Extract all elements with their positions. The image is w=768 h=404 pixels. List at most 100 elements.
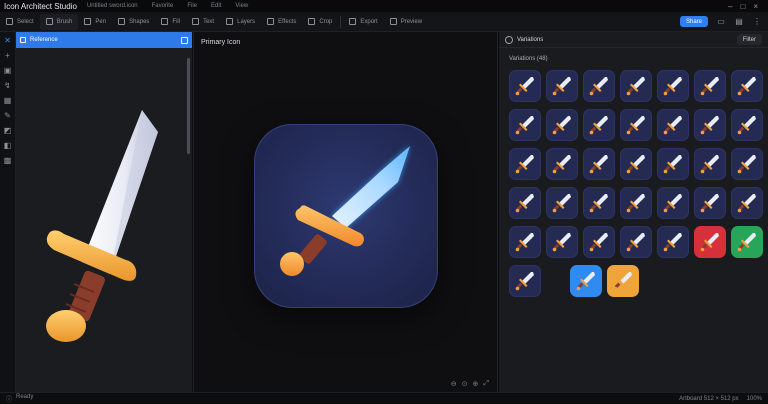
variation-tile[interactable] xyxy=(607,265,639,297)
variation-tile[interactable] xyxy=(583,226,615,258)
menu-item-file-name[interactable]: Untitled sword.icon xyxy=(87,3,138,9)
tool-export[interactable]: Export xyxy=(343,14,383,30)
sword-icon xyxy=(700,233,719,252)
variation-tile[interactable] xyxy=(620,109,652,141)
close-icon[interactable]: × xyxy=(753,2,758,11)
app-title: Icon Architect Studio xyxy=(4,1,77,11)
variation-tile[interactable] xyxy=(731,109,763,141)
primary-icon-panel: Primary Icon ⊖ ⊙ ⊕ ⤢ xyxy=(193,32,498,392)
sword-icon xyxy=(626,155,645,174)
title-bar: Icon Architect Studio Untitled sword.ico… xyxy=(0,0,768,12)
variation-tile[interactable] xyxy=(620,148,652,180)
variation-tile[interactable] xyxy=(546,70,578,102)
menu-item-file[interactable]: File xyxy=(187,3,197,9)
path-icon[interactable]: ↯ xyxy=(3,81,12,90)
sword-icon xyxy=(737,233,756,252)
tool-select[interactable]: Select xyxy=(0,14,40,30)
tool-brush[interactable]: Brush xyxy=(39,13,79,30)
variation-tile[interactable] xyxy=(694,109,726,141)
icon-canvas[interactable] xyxy=(254,124,438,308)
variation-tile[interactable] xyxy=(657,148,689,180)
history-icon[interactable]: ◧ xyxy=(3,141,12,150)
folder-icon[interactable]: ▭ xyxy=(714,15,728,29)
close-panel-icon[interactable]: ✕ xyxy=(3,36,12,45)
settings-icon[interactable]: ▩ xyxy=(3,156,12,165)
variation-tile[interactable] xyxy=(546,148,578,180)
expand-icon[interactable] xyxy=(181,36,188,44)
tool-fill[interactable]: Fill xyxy=(155,14,186,30)
variation-tile[interactable] xyxy=(509,265,541,297)
sword-icon xyxy=(552,155,571,174)
zoom-in-icon[interactable]: ⊕ xyxy=(473,380,479,388)
filter-button[interactable]: Filter xyxy=(736,34,762,45)
tool-text[interactable]: Text xyxy=(186,14,220,30)
variation-tile[interactable] xyxy=(546,109,578,141)
status-text: Ready xyxy=(16,394,34,400)
reference-panel: Reference xyxy=(16,32,192,392)
sword-icon xyxy=(589,155,608,174)
add-icon[interactable]: + xyxy=(3,51,12,60)
tool-layers[interactable]: Layers xyxy=(220,14,261,30)
variation-tile[interactable] xyxy=(731,226,763,258)
gallery-icon[interactable]: ▦ xyxy=(3,96,12,105)
tool-preview[interactable]: Preview xyxy=(384,14,428,30)
tool-effects[interactable]: Effects xyxy=(261,14,302,30)
variation-tile[interactable] xyxy=(657,109,689,141)
variation-tile[interactable] xyxy=(570,265,602,297)
variation-tile[interactable] xyxy=(731,187,763,219)
tool-shapes[interactable]: Shapes xyxy=(112,14,155,30)
variation-tile[interactable] xyxy=(509,187,541,219)
variation-tile[interactable] xyxy=(546,226,578,258)
share-button[interactable]: Share xyxy=(679,16,708,27)
sword-icon xyxy=(589,77,608,96)
scrollbar[interactable] xyxy=(187,58,190,154)
zoom-reset-icon[interactable]: ⊙ xyxy=(462,380,468,388)
variation-tile[interactable] xyxy=(694,226,726,258)
text-icon xyxy=(192,18,200,25)
zoom-out-icon[interactable]: ⊖ xyxy=(451,380,457,388)
variation-tile[interactable] xyxy=(620,70,652,102)
variation-tile[interactable] xyxy=(657,187,689,219)
variation-tile[interactable] xyxy=(694,187,726,219)
variation-tile[interactable] xyxy=(657,226,689,258)
menu-item-view[interactable]: View xyxy=(235,3,248,9)
variation-tile[interactable] xyxy=(731,70,763,102)
minimize-icon[interactable]: – xyxy=(728,2,732,11)
variation-tile[interactable] xyxy=(731,148,763,180)
save-icon[interactable]: ▤ xyxy=(732,15,746,29)
more-icon[interactable]: ⋮ xyxy=(750,15,764,29)
variation-tile[interactable] xyxy=(509,226,541,258)
tool-crop[interactable]: Crop xyxy=(302,14,338,30)
zoom-level[interactable]: 100% xyxy=(747,396,762,402)
export-icon xyxy=(349,18,357,25)
variation-tile[interactable] xyxy=(546,187,578,219)
variation-tile[interactable] xyxy=(583,70,615,102)
import-icon[interactable]: ▣ xyxy=(3,66,12,75)
menu-item-edit[interactable]: Edit xyxy=(211,3,221,9)
sword-icon xyxy=(552,77,571,96)
crop-icon xyxy=(308,18,316,25)
variation-tile[interactable] xyxy=(620,226,652,258)
sword-icon xyxy=(589,116,608,135)
variation-tile[interactable] xyxy=(583,109,615,141)
palette-icon[interactable]: ◩ xyxy=(3,126,12,135)
pen-icon xyxy=(84,18,92,25)
variation-tile[interactable] xyxy=(509,109,541,141)
toolbar-divider xyxy=(340,15,342,28)
maximize-icon[interactable]: □ xyxy=(740,2,745,11)
reference-panel-title: Reference xyxy=(30,37,58,43)
zoom-controls: ⊖ ⊙ ⊕ ⤢ xyxy=(451,380,489,388)
brush-tool-icon[interactable]: ✎ xyxy=(3,111,12,120)
variation-tile[interactable] xyxy=(583,187,615,219)
tool-pen[interactable]: Pen xyxy=(78,14,112,30)
variation-tile[interactable] xyxy=(657,70,689,102)
variation-tile[interactable] xyxy=(509,70,541,102)
variation-tile[interactable] xyxy=(583,148,615,180)
variation-tile[interactable] xyxy=(620,187,652,219)
sword-icon xyxy=(515,116,534,135)
menu-item-favorite[interactable]: Favorite xyxy=(152,3,174,9)
fit-screen-icon[interactable]: ⤢ xyxy=(483,380,489,388)
variation-tile[interactable] xyxy=(694,148,726,180)
variation-tile[interactable] xyxy=(694,70,726,102)
variation-tile[interactable] xyxy=(509,148,541,180)
